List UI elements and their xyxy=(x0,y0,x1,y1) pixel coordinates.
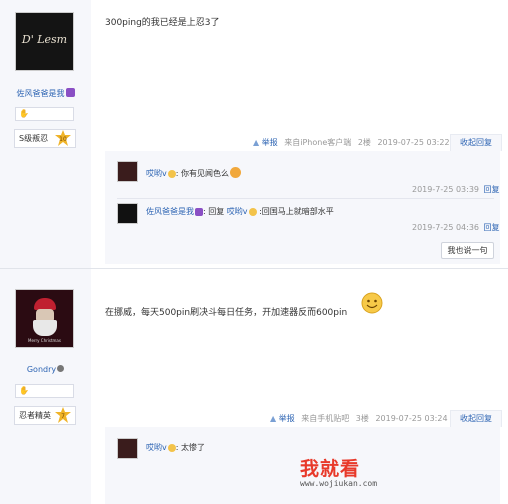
post2-floor: 3楼 xyxy=(355,414,369,423)
collapse-reply-tab[interactable]: 收起回复 xyxy=(450,134,502,151)
reply-body: 你有见闻色么 xyxy=(180,169,229,178)
post1-level-label: S级叛忍 xyxy=(19,134,49,143)
vip-icon xyxy=(167,444,176,452)
hand-icon: ✋ xyxy=(19,109,29,118)
reply-avatar[interactable] xyxy=(117,438,138,459)
post2-meta: ▲ 举报 来自手机贴吧 3楼 2019-07-25 03:24 xyxy=(270,413,448,424)
devil-icon xyxy=(65,88,75,97)
watermark-url: www.wojiukan.com xyxy=(300,479,378,488)
level-badge-icon: 7 xyxy=(55,407,71,423)
reply-meta: 2019-7-25 04:36 回复 xyxy=(412,222,500,233)
post2-username[interactable]: Gondry xyxy=(0,365,91,374)
reply-username[interactable]: 哎哟v xyxy=(146,169,167,178)
post1-content: 300ping的我已经是上忍3了 xyxy=(105,18,220,28)
reply-link[interactable]: 回复 xyxy=(484,223,500,232)
reply-body: 太惨了 xyxy=(180,443,205,452)
post2-user-tag: ✋ xyxy=(15,384,74,398)
reply-divider xyxy=(117,198,494,199)
reply-body: :回国马上就暗部水平 xyxy=(259,207,334,216)
avatar-caption: Merry Christmas xyxy=(28,338,61,343)
post2-time: 2019-07-25 03:24 xyxy=(375,414,448,423)
post2-level-label: 忍者精英 xyxy=(19,411,51,420)
reply-avatar[interactable] xyxy=(117,161,138,182)
post2-avatar[interactable]: Merry Christmas xyxy=(15,289,74,348)
status-dot-icon xyxy=(57,365,65,372)
reply-text: 哎哟v: 你有见闻色么 xyxy=(146,167,241,179)
post1-floor: 2楼 xyxy=(357,138,371,147)
level-badge-icon: 10 xyxy=(55,130,71,146)
post1-source: 来自iPhone客户端 xyxy=(284,138,352,147)
smiley-emoji-icon xyxy=(361,292,383,314)
post1-username[interactable]: 佐风爸爸是我 xyxy=(0,88,91,99)
watermark: 我就看 www.wojiukan.com xyxy=(300,454,418,488)
post2-content: 在挪威，每天500pin刷决斗每日任务，开加速器反而600pin xyxy=(105,305,347,318)
post2-level-num: 7 xyxy=(61,413,65,420)
report-link[interactable]: 举报 xyxy=(279,414,295,423)
collapse-reply-tab[interactable]: 收起回复 xyxy=(450,410,502,427)
say-something-button[interactable]: 我也说一句 xyxy=(441,242,494,259)
reply-meta: 2019-7-25 03:39 回复 xyxy=(412,184,500,195)
reply-username[interactable]: 佐风爸爸是我 xyxy=(146,207,194,216)
emoji-icon xyxy=(229,167,241,178)
report-icon: ▲ xyxy=(253,138,260,147)
devil-icon xyxy=(195,208,203,216)
hand-icon: ✋ xyxy=(19,386,29,395)
reply-target[interactable]: 哎哟v xyxy=(227,207,248,216)
reply-link[interactable]: 回复 xyxy=(484,185,500,194)
post1-time: 2019-07-25 03:22 xyxy=(377,138,450,147)
avatar-logo-text: D' Lesm xyxy=(21,33,68,46)
reply-time: 2019-7-25 04:36 xyxy=(412,223,479,232)
vip-icon xyxy=(248,208,257,216)
reply-avatar[interactable] xyxy=(117,203,138,224)
reply-time: 2019-7-25 03:39 xyxy=(412,185,479,194)
post1-meta: ▲ 举报 来自iPhone客户端 2楼 2019-07-25 03:22 xyxy=(253,137,450,148)
post2-source: 来自手机贴吧 xyxy=(301,414,350,423)
watermark-text: 我就看 xyxy=(300,458,361,480)
post2-username-text[interactable]: Gondry xyxy=(27,365,56,374)
vip-icon xyxy=(167,170,176,178)
post1-level-num: 10 xyxy=(59,136,67,143)
post1-username-text[interactable]: 佐风爸爸是我 xyxy=(17,89,65,98)
reply-text: 哎哟v: 太惨了 xyxy=(146,443,205,452)
reply-username[interactable]: 哎哟v xyxy=(146,443,167,452)
post2-content-text: 在挪威，每天500pin刷决斗每日任务，开加速器反而600pin xyxy=(105,308,348,318)
reply-text: 佐风爸爸是我: 回复 哎哟v :回国马上就暗部水平 xyxy=(146,207,334,216)
avatar-beard xyxy=(33,320,57,336)
post1-avatar[interactable]: D' Lesm xyxy=(15,12,74,71)
report-link[interactable]: 举报 xyxy=(262,138,278,147)
reply-word: 回复 xyxy=(208,207,225,216)
report-icon: ▲ xyxy=(270,414,277,423)
post1-user-tag: ✋ xyxy=(15,107,74,121)
